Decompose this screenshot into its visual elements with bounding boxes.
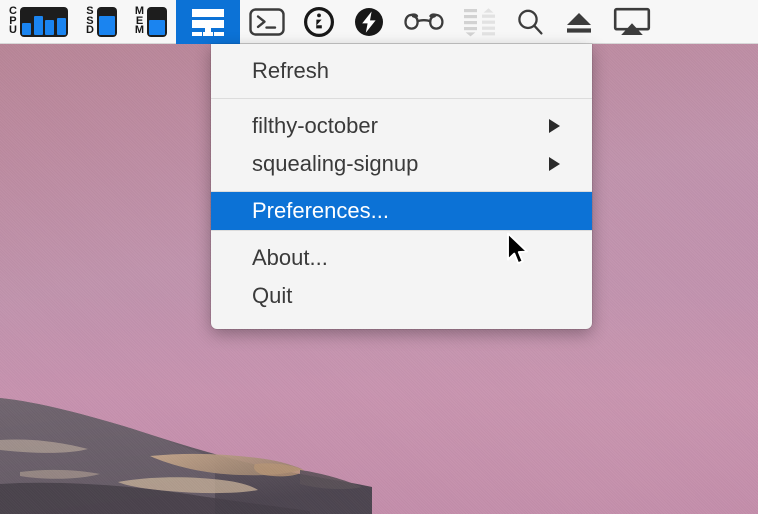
menubar-item-airplay[interactable]	[604, 0, 660, 44]
menu-item-label: Quit	[252, 283, 293, 308]
menubar-item-glasses[interactable]	[394, 0, 454, 44]
menu-item-refresh[interactable]: Refresh	[211, 52, 592, 90]
menu-item-quit[interactable]: Quit	[211, 277, 592, 315]
network-transfer-icon	[464, 7, 496, 36]
menubar-item-cpu-monitor[interactable]: C P U	[0, 0, 77, 44]
ssd-level-gauge	[96, 6, 117, 37]
menu-item-label: Refresh	[252, 58, 330, 83]
server-rack-icon	[192, 8, 225, 36]
terminal-icon	[249, 7, 285, 36]
mem-label: M E M	[134, 6, 145, 37]
airplay-icon	[613, 7, 651, 35]
mem-label-letter: M	[134, 24, 145, 37]
ssd-label: S S D	[85, 6, 94, 37]
menu-group-hosts: filthy-october squealing-signup	[211, 99, 592, 191]
ssd-label-letter: D	[85, 24, 94, 37]
menubar-item-eject[interactable]	[554, 0, 604, 44]
search-icon	[518, 9, 543, 35]
eject-icon	[567, 12, 592, 33]
menubar-item-ssd-monitor[interactable]: S S D	[77, 0, 126, 44]
submenu-arrow-icon	[549, 157, 560, 171]
menu-item-squealing-signup[interactable]: squealing-signup	[211, 145, 592, 183]
desktop-wallpaper: C P U S S D M E M Refresh filthy-october…	[0, 0, 758, 514]
mem-level-gauge	[147, 6, 168, 37]
lightning-bolt-icon	[355, 7, 384, 36]
glasses-icon	[404, 12, 444, 30]
menu-group-app: About... Quit	[211, 231, 592, 323]
menubar-item-search[interactable]	[506, 0, 554, 44]
menubar-item-network-transfer[interactable]	[454, 0, 506, 44]
menu-item-label: filthy-october	[252, 113, 378, 138]
dropdown-menu: Refresh filthy-october squealing-signup …	[211, 44, 592, 329]
menubar-item-mem-monitor[interactable]: M E M	[126, 0, 176, 44]
menubar-item-lightning-bolt[interactable]	[344, 0, 394, 44]
submenu-arrow-icon	[549, 119, 560, 133]
clock-circle-icon	[304, 6, 335, 37]
menu-group-refresh: Refresh	[211, 44, 592, 98]
cpu-label-letter: U	[9, 24, 17, 37]
menu-item-filthy-october[interactable]: filthy-october	[211, 107, 592, 145]
menubar-item-server-rack[interactable]	[176, 0, 241, 44]
menubar-item-clock-circle[interactable]	[294, 0, 344, 44]
mountain-ridge	[0, 398, 372, 514]
cpu-bar-gauge	[19, 6, 68, 37]
menubar-item-terminal[interactable]	[240, 0, 294, 44]
menu-item-about[interactable]: About...	[211, 239, 592, 277]
menu-item-label: About...	[252, 245, 328, 270]
menu-item-label: Preferences...	[252, 198, 389, 223]
menu-group-preferences: Preferences...	[211, 192, 592, 230]
cpu-label: C P U	[9, 6, 17, 37]
menu-item-label: squealing-signup	[252, 151, 419, 176]
menu-bar: C P U S S D M E M	[0, 0, 758, 44]
menu-item-preferences[interactable]: Preferences...	[211, 192, 592, 230]
